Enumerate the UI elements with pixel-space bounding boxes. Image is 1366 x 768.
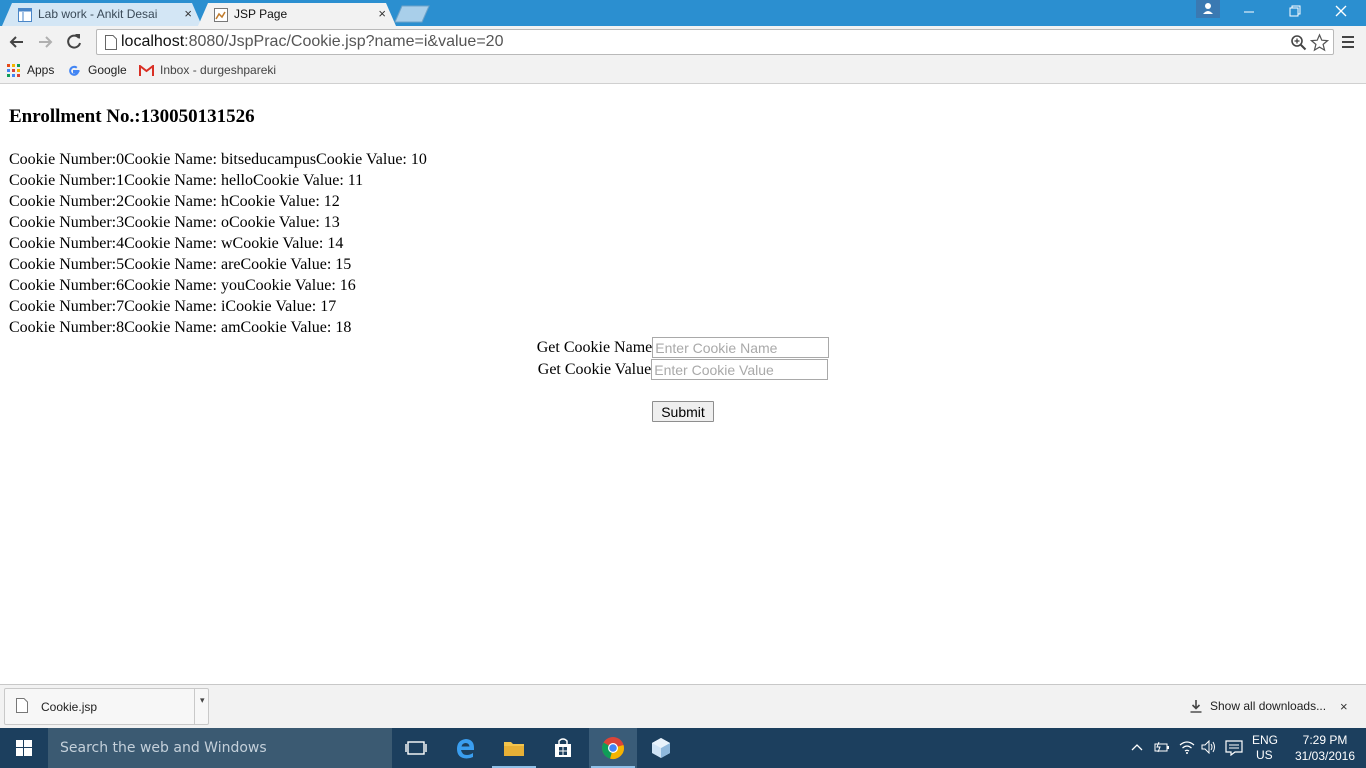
close-icon xyxy=(1335,5,1347,17)
cookie-value-input[interactable] xyxy=(651,359,829,380)
chevron-down-icon[interactable]: ▾ xyxy=(200,695,205,706)
close-window-button[interactable] xyxy=(1318,0,1364,24)
download-item[interactable]: Cookie.jsp ▾ xyxy=(4,688,209,725)
cookie-name-input[interactable] xyxy=(652,337,830,358)
submit-row: Submit xyxy=(0,401,1366,422)
url-host: localhost xyxy=(121,33,185,50)
language-indicator[interactable]: ENG US xyxy=(1252,733,1278,763)
restore-button[interactable] xyxy=(1272,0,1318,24)
page-favicon-icon xyxy=(214,8,228,22)
hamburger-menu-icon[interactable] xyxy=(1340,34,1356,50)
bookmarks-bar: Apps Google Inbox - durgeshpareki xyxy=(0,58,1366,84)
action-center-icon[interactable] xyxy=(1225,740,1243,756)
cookie-line: Cookie Number:6Cookie Name: youCookie Va… xyxy=(9,277,356,294)
bookmark-inbox[interactable]: Inbox - durgeshpareki xyxy=(139,62,279,80)
page-icon xyxy=(105,35,117,50)
folder-icon xyxy=(504,742,524,756)
windows-taskbar: Search the web and Windows ENG US 7:29 P… xyxy=(0,728,1366,768)
wifi-icon[interactable] xyxy=(1179,740,1195,754)
url-text: localhost:8080/JspPrac/Cookie.jsp?name=i… xyxy=(121,33,503,51)
bookmark-star-icon[interactable] xyxy=(1310,33,1329,52)
taskbar-store[interactable] xyxy=(539,728,587,768)
file-icon xyxy=(16,698,28,713)
taskbar-file-explorer[interactable] xyxy=(490,728,538,768)
download-shelf: Cookie.jsp ▾ Show all downloads... × xyxy=(0,684,1366,728)
cookie-list: Cookie Number:0Cookie Name: bitseducampu… xyxy=(9,149,427,338)
zoom-icon[interactable] xyxy=(1290,34,1307,51)
chrome-icon xyxy=(602,737,624,759)
bookmark-google[interactable]: Google xyxy=(67,62,131,80)
tab-close-icon[interactable]: × xyxy=(184,6,192,21)
cookie-form: Get Cookie Name Get Cookie Value Submit xyxy=(0,337,1366,422)
task-view-icon xyxy=(405,741,427,755)
cookie-name-row: Get Cookie Name xyxy=(0,337,1366,359)
browser-toolbar: localhost:8080/JspPrac/Cookie.jsp?name=i… xyxy=(0,26,1366,58)
download-divider xyxy=(194,689,195,724)
tab-close-icon[interactable]: × xyxy=(378,6,386,21)
bookmark-label: Apps xyxy=(27,63,55,77)
tab-lab-work[interactable]: Lab work - Ankit Desai × xyxy=(2,3,202,26)
apps-grid-icon xyxy=(7,64,20,77)
cookie-line: Cookie Number:0Cookie Name: bitseducampu… xyxy=(9,151,427,168)
tab-title: JSP Page xyxy=(234,7,288,21)
language-code: ENG xyxy=(1252,733,1279,747)
clock-time: 7:29 PM xyxy=(1302,733,1348,747)
taskbar-chrome[interactable] xyxy=(589,728,637,768)
new-tab-button[interactable] xyxy=(394,5,430,23)
reload-icon[interactable] xyxy=(62,30,86,54)
windows-logo-icon xyxy=(16,740,32,756)
cookie-value-label: Get Cookie Value xyxy=(537,361,652,378)
download-icon xyxy=(1190,700,1202,713)
search-placeholder: Search the web and Windows xyxy=(60,740,267,756)
google-docs-icon xyxy=(18,8,32,22)
task-view-button[interactable] xyxy=(392,728,440,768)
submit-button[interactable]: Submit xyxy=(652,401,714,422)
restore-icon xyxy=(1289,5,1301,17)
taskbar-edge[interactable] xyxy=(442,728,490,768)
system-clock[interactable]: 7:29 PM 31/03/2016 xyxy=(1288,732,1362,764)
cookie-line: Cookie Number:2Cookie Name: hCookie Valu… xyxy=(9,193,340,210)
taskbar-app-cube[interactable] xyxy=(637,728,685,768)
download-file-name: Cookie.jsp xyxy=(41,700,98,714)
person-icon xyxy=(1203,3,1213,14)
tab-jsp-page[interactable]: JSP Page × xyxy=(198,3,396,26)
close-icon[interactable]: × xyxy=(1340,699,1348,714)
bookmark-label: Inbox - durgeshpareki xyxy=(160,63,277,77)
profile-avatar-icon[interactable] xyxy=(1196,0,1220,18)
clock-date: 31/03/2016 xyxy=(1294,749,1356,763)
address-bar[interactable]: localhost:8080/JspPrac/Cookie.jsp?name=i… xyxy=(96,29,1334,55)
bookmark-label: Google xyxy=(88,63,127,77)
cube-app-icon xyxy=(652,738,670,758)
cookie-line: Cookie Number:7Cookie Name: iCookie Valu… xyxy=(9,298,337,315)
url-path: :8080/JspPrac/Cookie.jsp?name=i&value=20 xyxy=(184,33,504,50)
show-all-label: Show all downloads... xyxy=(1210,699,1327,713)
google-g-icon xyxy=(69,65,80,76)
cookie-name-label: Get Cookie Name xyxy=(536,339,653,356)
cookie-line: Cookie Number:4Cookie Name: wCookie Valu… xyxy=(9,235,344,252)
cookie-line: Cookie Number:3Cookie Name: oCookie Valu… xyxy=(9,214,340,231)
page-content: Enrollment No.:130050131526 Cookie Numbe… xyxy=(0,85,1366,684)
keyboard-layout: US xyxy=(1256,748,1273,762)
browser-tab-strip: Lab work - Ankit Desai × JSP Page × xyxy=(0,0,1366,26)
enrollment-heading: Enrollment No.:130050131526 xyxy=(9,106,255,127)
minimize-button[interactable] xyxy=(1226,0,1272,24)
volume-icon[interactable] xyxy=(1201,740,1217,754)
tab-title: Lab work - Ankit Desai xyxy=(38,7,158,21)
store-bag-icon xyxy=(555,738,571,757)
cookie-line: Cookie Number:5Cookie Name: areCookie Va… xyxy=(9,256,352,273)
edge-browser-icon xyxy=(457,739,474,759)
battery-icon[interactable] xyxy=(1154,740,1170,754)
back-arrow-icon[interactable] xyxy=(5,30,29,54)
cookie-line: Cookie Number:8Cookie Name: amCookie Val… xyxy=(9,319,352,336)
gmail-icon xyxy=(139,65,154,76)
forward-arrow-icon[interactable] xyxy=(33,30,57,54)
taskbar-search-box[interactable]: Search the web and Windows xyxy=(48,728,392,768)
minimize-icon xyxy=(1244,11,1254,13)
cookie-line: Cookie Number:1Cookie Name: helloCookie … xyxy=(9,172,364,189)
start-button[interactable] xyxy=(0,728,48,768)
chevron-up-icon[interactable] xyxy=(1131,742,1143,752)
cookie-value-row: Get Cookie Value xyxy=(0,359,1366,381)
bookmark-apps[interactable]: Apps xyxy=(7,62,59,80)
